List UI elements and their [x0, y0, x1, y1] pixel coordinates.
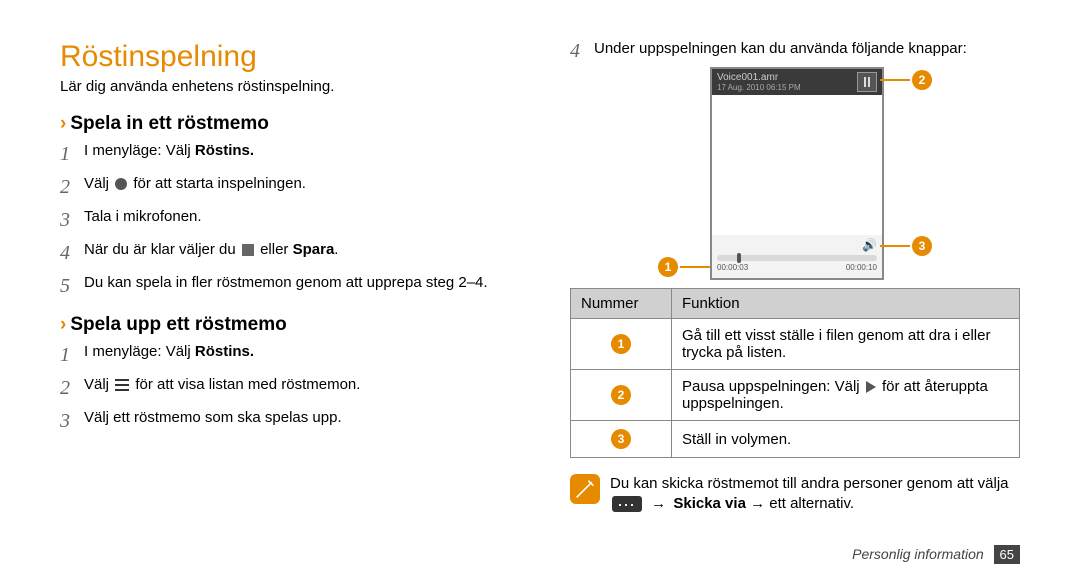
play-steps: 1 I menyläge: Välj Röstins. 2 Välj för a…: [60, 342, 510, 435]
list-item: 3 Tala i mikrofonen.: [60, 207, 510, 234]
step-number: 2: [60, 375, 84, 402]
phone-mockup: Voice001.amr 17 Aug. 2010 06:15 PM 🔊 00:…: [710, 67, 884, 280]
list-item: 2 Välj för att visa listan med röstmemon…: [60, 375, 510, 402]
play-icon: [866, 381, 876, 393]
page-number: 65: [994, 545, 1020, 564]
step-number: 1: [60, 342, 84, 369]
list-item: 4 När du är klar väljer du eller Spara.: [60, 240, 510, 267]
func-text: Gå till ett visst ställe i filen genom a…: [672, 319, 1020, 370]
func-text: Pausa uppspelningen: Välj för att återup…: [672, 370, 1020, 421]
step-number: 1: [60, 141, 84, 168]
callout-3: 3: [912, 236, 932, 256]
step-number: 4: [570, 40, 594, 63]
list-item: 2 Välj för att starta inspelningen.: [60, 174, 510, 201]
pause-icon: [857, 72, 877, 92]
step-number: 4: [60, 240, 84, 267]
callout-3-badge: 3: [611, 429, 631, 449]
record-icon: [115, 178, 127, 190]
time-total: 00:00:10: [846, 263, 877, 272]
page-title: Röstinspelning: [60, 40, 510, 74]
more-icon: [612, 496, 642, 512]
callout-line: [680, 266, 710, 268]
step-number: 3: [60, 408, 84, 435]
time-elapsed: 00:00:03: [717, 263, 748, 272]
list-item: 1 I menyläge: Välj Röstins.: [60, 342, 510, 369]
progress-bar: [717, 255, 877, 261]
list-item: 5 Du kan spela in fler röstmemon genom a…: [60, 273, 510, 300]
table-row: 3 Ställ in volymen.: [571, 421, 1020, 458]
play-heading-text: Spela upp ett röstmemo: [70, 314, 286, 335]
step-number: 3: [60, 207, 84, 234]
record-heading-text: Spela in ett röstmemo: [70, 113, 269, 134]
th-number: Nummer: [571, 289, 672, 319]
record-steps: 1 I menyläge: Välj Röstins. 2 Välj för a…: [60, 141, 510, 300]
callout-line: [880, 79, 910, 81]
chevron-icon: ›: [60, 113, 66, 134]
list-icon: [115, 379, 129, 391]
note: Du kan skicka röstmemot till andra perso…: [570, 474, 1020, 515]
phone-datetime: 17 Aug. 2010 06:15 PM: [717, 83, 801, 92]
record-heading: ›Spela in ett röstmemo: [60, 113, 510, 135]
callout-line: [880, 245, 910, 247]
func-text: Ställ in volymen.: [672, 421, 1020, 458]
chevron-icon: ›: [60, 314, 66, 335]
th-function: Funktion: [672, 289, 1020, 319]
callout-1-badge: 1: [611, 334, 631, 354]
callout-2: 2: [912, 70, 932, 90]
callout-2-badge: 2: [611, 385, 631, 405]
function-table: Nummer Funktion 1 Gå till ett visst stäl…: [570, 288, 1020, 458]
play-heading: ›Spela upp ett röstmemo: [60, 314, 510, 336]
table-row: 1 Gå till ett visst ställe i filen genom…: [571, 319, 1020, 370]
table-row: 2 Pausa uppspelningen: Välj för att åter…: [571, 370, 1020, 421]
page-footer: Personlig information 65: [852, 545, 1020, 564]
step-number: 5: [60, 273, 84, 300]
lead-text: Under uppspelningen kan du använda följa…: [594, 40, 967, 57]
list-item: 3 Välj ett röstmemo som ska spelas upp.: [60, 408, 510, 435]
callout-1: 1: [658, 257, 678, 277]
volume-icon: 🔊: [862, 238, 877, 252]
note-icon: [570, 474, 600, 504]
step-number: 2: [60, 174, 84, 201]
stop-icon: [242, 244, 254, 256]
footer-section: Personlig information: [852, 546, 984, 562]
phone-filename: Voice001.amr: [717, 72, 801, 83]
list-item: 1 I menyläge: Välj Röstins.: [60, 141, 510, 168]
intro-text: Lär dig använda enhetens röstinspelning.: [60, 78, 510, 95]
